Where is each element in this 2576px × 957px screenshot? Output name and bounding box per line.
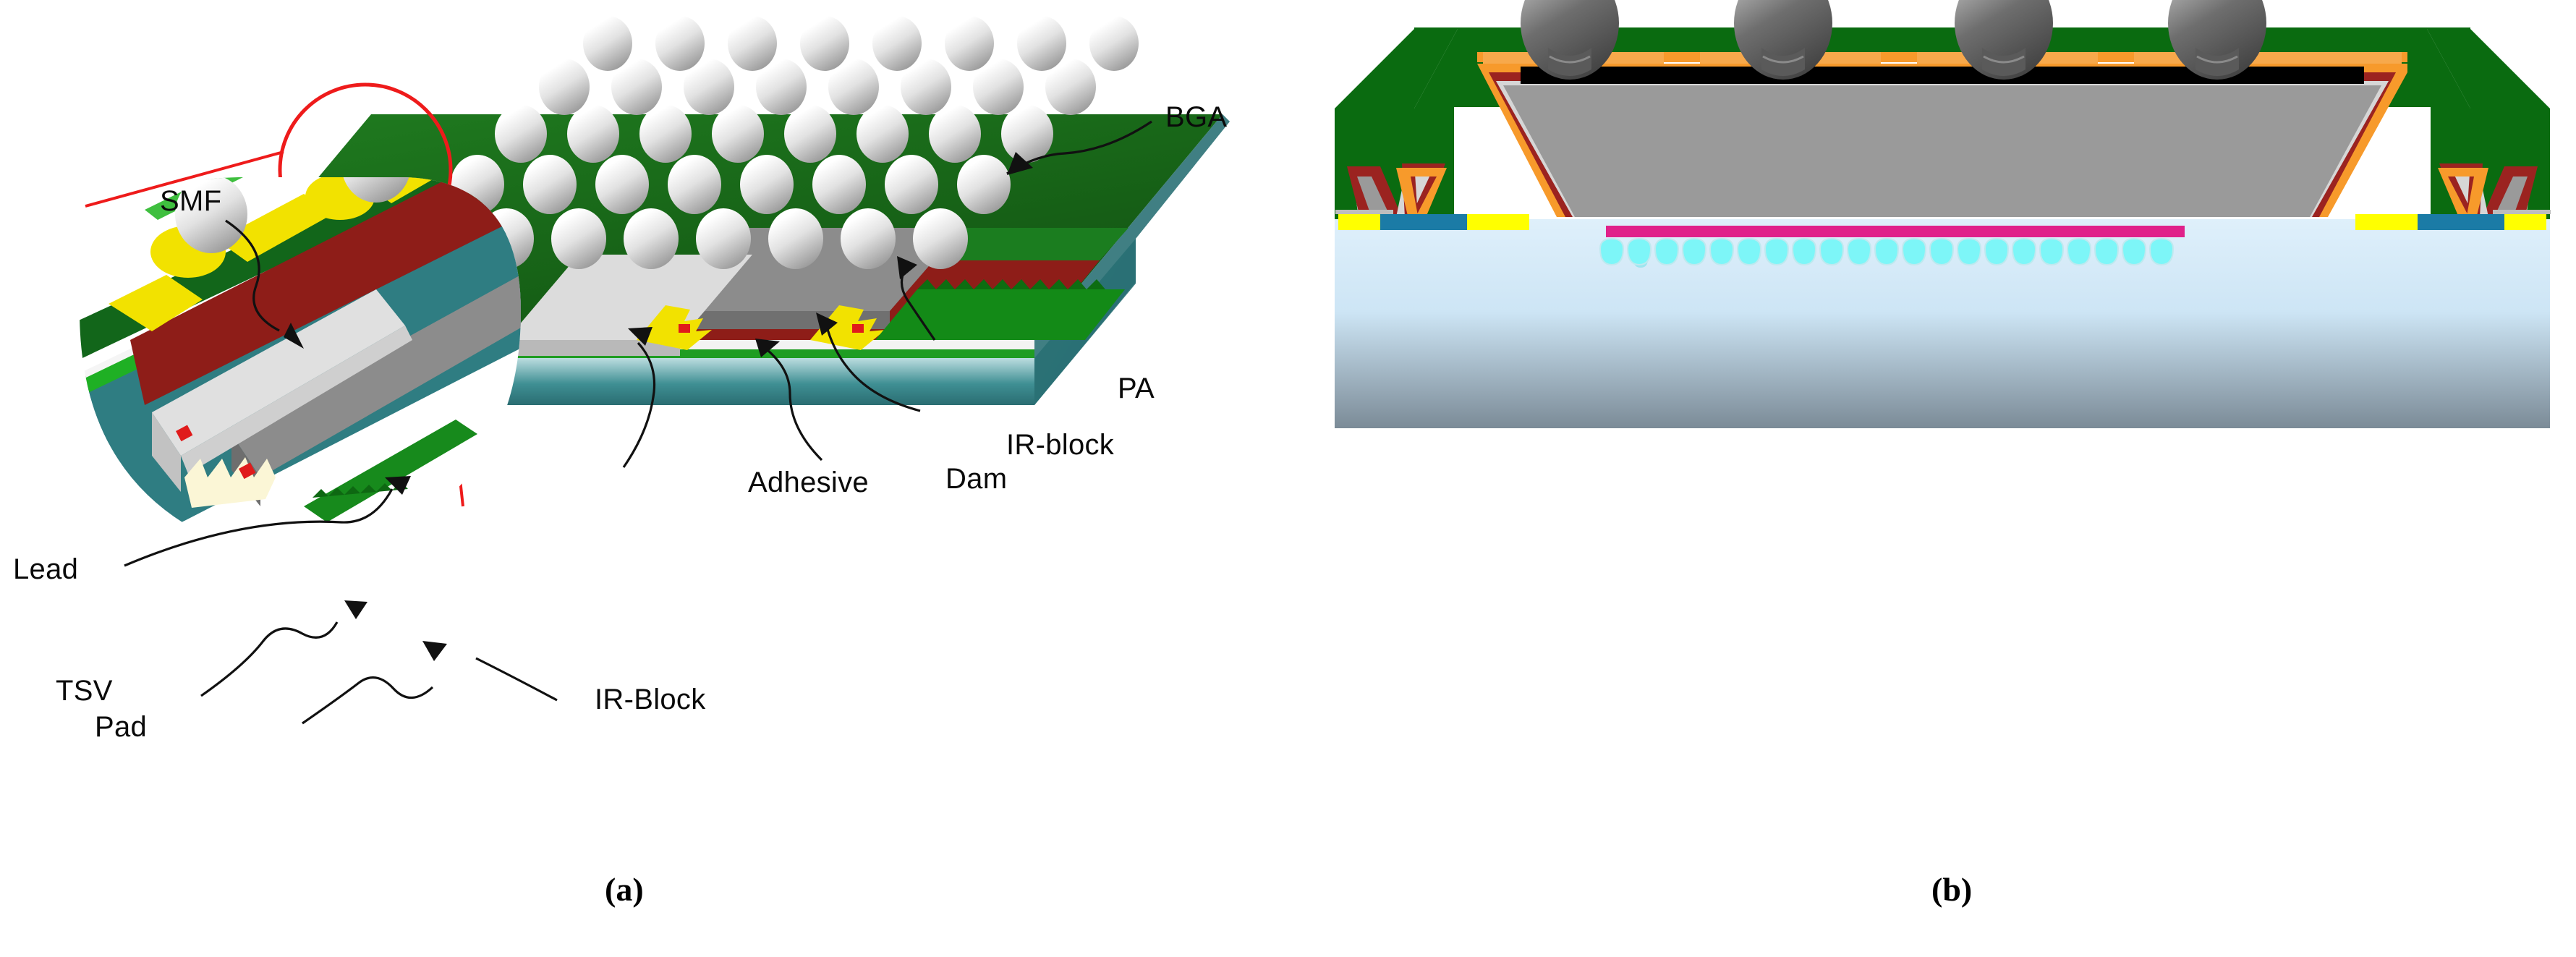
label-pa: PA (1118, 373, 1155, 404)
label-ir-block-right: IR-block (1006, 429, 1115, 461)
label-smf: SMF (160, 185, 222, 217)
silicon-die (1499, 81, 2386, 217)
label-dam: Dam (945, 463, 1008, 495)
rdl-top-pads (1477, 52, 2407, 64)
label-bga: BGA (1165, 101, 1228, 133)
panel-a-3d-package-view: BGA SMF PA IR-block Dam Adhesive Lead TS… (0, 0, 1309, 957)
label-lead: Lead (13, 553, 79, 585)
label-ir-block-bottom: IR-Block (595, 684, 706, 715)
caption-b: (b) (1931, 871, 1973, 908)
panel-b-illustration (1335, 0, 2551, 428)
panel-b-cross-section-view: Glass Dam/SMF Lens Passivation IR block (1309, 0, 2576, 957)
color-filter-layer (1606, 226, 2185, 237)
caption-a: (a) (605, 871, 644, 908)
label-pad: Pad (95, 711, 148, 743)
label-adhesive: Adhesive (748, 467, 869, 498)
label-tsv: TSV (56, 675, 113, 707)
panel-a-illustration (80, 16, 1230, 725)
